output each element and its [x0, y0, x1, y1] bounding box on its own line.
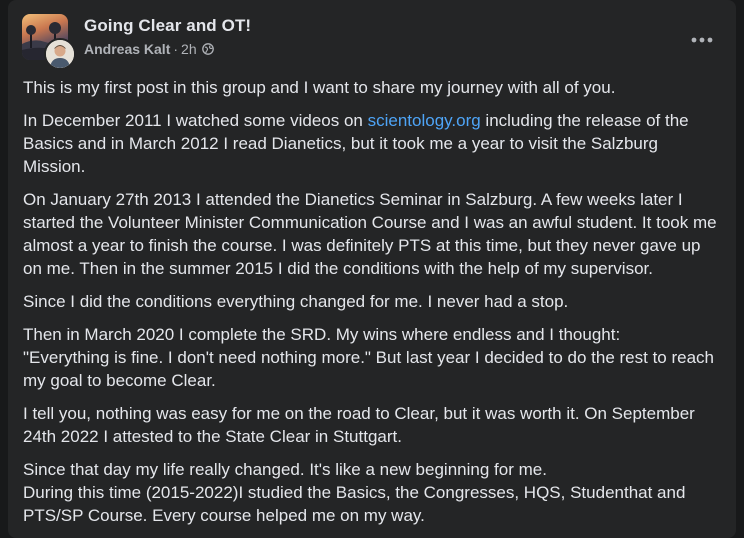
post-paragraph: Since that day my life really changed. I…	[23, 458, 723, 527]
post-text: Since that day my life really changed. I…	[23, 460, 547, 479]
post-paragraph: On January 27th 2013 I attended the Dian…	[23, 190, 717, 278]
more-options-icon	[691, 37, 713, 43]
post-header: Going Clear and OT! Andreas Kalt · 2h	[22, 14, 722, 70]
post-paragraph: This is my first post in this group and …	[23, 78, 616, 97]
post-paragraph: Then in March 2020 I complete the SRD. M…	[23, 323, 723, 392]
author-avatar[interactable]	[44, 38, 76, 70]
more-options-button[interactable]	[684, 22, 720, 58]
author-name-link[interactable]: Andreas Kalt	[84, 41, 170, 57]
user-photo	[46, 40, 74, 68]
post-timestamp[interactable]: 2h	[181, 41, 197, 57]
post-text: "Everything is fine. I don't need nothin…	[23, 348, 714, 390]
post-paragraph: In December 2011 I watched some videos o…	[23, 109, 723, 178]
post-card: Going Clear and OT! Andreas Kalt · 2h Th…	[8, 0, 736, 538]
post-text: Then in March 2020 I complete the SRD. M…	[23, 325, 621, 344]
post-paragraph: I tell you, nothing was easy for me on t…	[23, 404, 695, 446]
post-text: In December 2011 I watched some videos o…	[23, 111, 368, 130]
post-paragraph: Since I did the conditions everything ch…	[23, 292, 569, 311]
post-text: During this time (2015-2022)I studied th…	[23, 483, 686, 525]
globe-icon	[201, 43, 214, 55]
group-name-link[interactable]: Going Clear and OT!	[84, 16, 251, 36]
post-body: This is my first post in this group and …	[23, 76, 723, 537]
scientology-link[interactable]: scientology.org	[368, 111, 481, 130]
meta-separator: ·	[173, 41, 179, 57]
post-meta: Andreas Kalt · 2h	[84, 41, 214, 57]
